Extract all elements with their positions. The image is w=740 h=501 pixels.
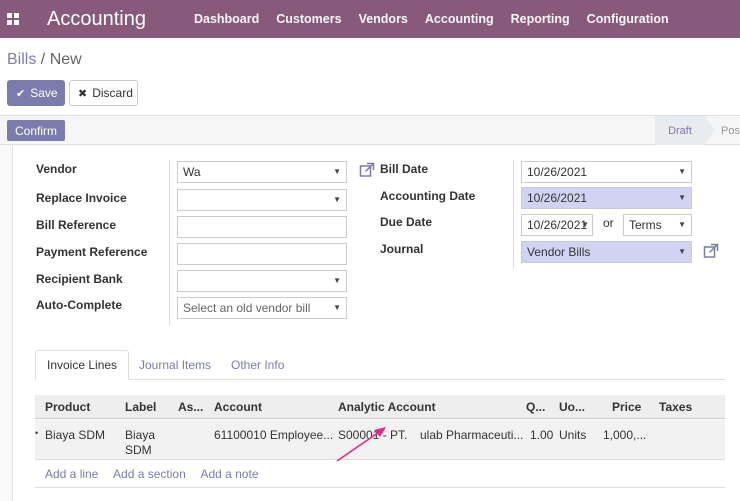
- payment-terms-placeholder: Terms: [629, 218, 662, 232]
- caret-down-icon[interactable]: ▼: [333, 303, 341, 312]
- replace-invoice-label: Replace Invoice: [36, 191, 127, 205]
- caret-down-icon[interactable]: ▼: [678, 247, 686, 256]
- cell-quantity[interactable]: 1.00: [530, 428, 553, 442]
- invoice-lines-header: Product Label As... Account Analytic Acc…: [35, 395, 725, 419]
- divider: [513, 160, 514, 268]
- discard-button[interactable]: ✖ Discard: [69, 80, 138, 106]
- caret-down-icon[interactable]: ▼: [581, 220, 589, 229]
- divider: [169, 160, 170, 325]
- caret-down-icon[interactable]: ▼: [678, 193, 686, 202]
- stage-arrow: [705, 116, 715, 144]
- replace-invoice-field[interactable]: ▼: [177, 189, 347, 211]
- breadcrumb-separator: /: [36, 51, 50, 68]
- vendor-field[interactable]: Wa ▼: [177, 161, 347, 183]
- accounting-date-value: 10/26/2021: [527, 191, 588, 205]
- bill-date-label: Bill Date: [380, 162, 429, 176]
- status-bar: [0, 116, 740, 145]
- column-header-quantity[interactable]: Q...: [526, 400, 545, 414]
- caret-down-icon[interactable]: ▼: [333, 195, 341, 204]
- column-header-label[interactable]: Label: [125, 400, 156, 414]
- due-date-label: Due Date: [380, 215, 433, 229]
- cell-label-line1[interactable]: Biaya: [125, 428, 155, 442]
- menu-dashboard[interactable]: Dashboard: [194, 12, 259, 26]
- add-section-link[interactable]: Add a section: [113, 467, 186, 481]
- menu-configuration[interactable]: Configuration: [587, 12, 669, 26]
- cell-label-line2[interactable]: SDM: [125, 443, 152, 457]
- caret-down-icon[interactable]: ▼: [333, 276, 341, 285]
- column-header-account[interactable]: Account: [214, 400, 262, 414]
- cell-uom[interactable]: Units: [559, 428, 586, 442]
- breadcrumb: Bills / New: [7, 51, 82, 69]
- accounting-date-label: Accounting Date: [380, 189, 476, 203]
- cell-price[interactable]: 1,000,...: [603, 428, 646, 442]
- add-note-link[interactable]: Add a note: [200, 467, 258, 481]
- column-header-product[interactable]: Product: [45, 400, 90, 414]
- breadcrumb-bills[interactable]: Bills: [7, 51, 36, 68]
- bill-reference-label: Bill Reference: [36, 218, 117, 232]
- vendor-value: Wa: [183, 165, 201, 179]
- annotation-arrow-icon: [336, 427, 386, 462]
- add-links: Add a line Add a section Add a note: [45, 467, 271, 481]
- stage-posted[interactable]: Pos: [721, 116, 740, 145]
- menu-reporting[interactable]: Reporting: [511, 12, 570, 26]
- cell-account[interactable]: 61100010 Employee...: [214, 428, 333, 442]
- breadcrumb-current: New: [49, 51, 82, 68]
- column-header-analytic-account[interactable]: Analytic Account: [338, 400, 436, 414]
- due-date-field[interactable]: 10/26/2021 ▼: [521, 214, 593, 236]
- auto-complete-label: Auto-Complete: [36, 298, 122, 312]
- top-navbar: Accounting Dashboard Customers Vendors A…: [0, 0, 740, 38]
- tab-other-info[interactable]: Other Info: [220, 350, 295, 380]
- payment-reference-label: Payment Reference: [36, 245, 148, 259]
- column-header-price[interactable]: Price: [612, 400, 641, 414]
- check-icon: ✔: [16, 87, 26, 100]
- recipient-bank-field[interactable]: ▼: [177, 270, 347, 292]
- add-line-link[interactable]: Add a line: [45, 467, 98, 481]
- discard-label: Discard: [92, 86, 133, 100]
- close-icon: ✖: [78, 87, 88, 100]
- menu-vendors[interactable]: Vendors: [359, 12, 408, 26]
- stage-draft[interactable]: Draft: [655, 116, 705, 145]
- confirm-button[interactable]: Confirm: [7, 120, 65, 141]
- app-title[interactable]: Accounting: [47, 8, 146, 31]
- external-link-icon[interactable]: [703, 243, 719, 259]
- payment-terms-field[interactable]: Terms ▼: [623, 214, 692, 236]
- menu-accounting[interactable]: Accounting: [425, 12, 494, 26]
- caret-down-icon[interactable]: ▼: [333, 167, 341, 176]
- main-menu: Dashboard Customers Vendors Accounting R…: [194, 12, 686, 26]
- table-bottom-border: [35, 487, 725, 488]
- tab-invoice-lines[interactable]: Invoice Lines: [35, 350, 130, 380]
- apps-grid-icon[interactable]: [7, 13, 19, 25]
- bill-date-value: 10/26/2021: [527, 165, 588, 179]
- recipient-bank-label: Recipient Bank: [36, 272, 123, 286]
- auto-complete-placeholder: Select an old vendor bill: [183, 301, 311, 315]
- cell-product[interactable]: Biaya SDM: [45, 428, 105, 442]
- save-label: Save: [30, 86, 58, 100]
- due-date-value: 10/26/2021: [527, 218, 588, 232]
- accounting-date-field[interactable]: 10/26/2021 ▼: [521, 187, 692, 209]
- bill-reference-input[interactable]: [177, 216, 347, 238]
- vendor-label: Vendor: [36, 162, 77, 176]
- column-header-uom[interactable]: Uo...: [559, 400, 585, 414]
- external-link-icon[interactable]: [359, 162, 375, 178]
- save-button[interactable]: ✔ Save: [7, 80, 65, 106]
- row-handle-icon[interactable]: •: [35, 428, 38, 438]
- menu-customers[interactable]: Customers: [276, 12, 341, 26]
- or-text: or: [603, 216, 614, 230]
- journal-field[interactable]: Vendor Bills ▼: [521, 241, 692, 263]
- column-header-taxes[interactable]: Taxes: [659, 400, 692, 414]
- column-header-asset[interactable]: As...: [178, 400, 203, 414]
- journal-value: Vendor Bills: [527, 245, 591, 259]
- payment-reference-input[interactable]: [177, 243, 347, 265]
- caret-down-icon[interactable]: ▼: [678, 167, 686, 176]
- bill-date-field[interactable]: 10/26/2021 ▼: [521, 161, 692, 183]
- auto-complete-field[interactable]: Select an old vendor bill ▼: [177, 297, 347, 319]
- caret-down-icon[interactable]: ▼: [678, 220, 686, 229]
- journal-label: Journal: [380, 242, 424, 256]
- tab-journal-items[interactable]: Journal Items: [128, 350, 222, 380]
- cell-analytic-account-rest[interactable]: ulab Pharmaceuti...: [420, 428, 523, 442]
